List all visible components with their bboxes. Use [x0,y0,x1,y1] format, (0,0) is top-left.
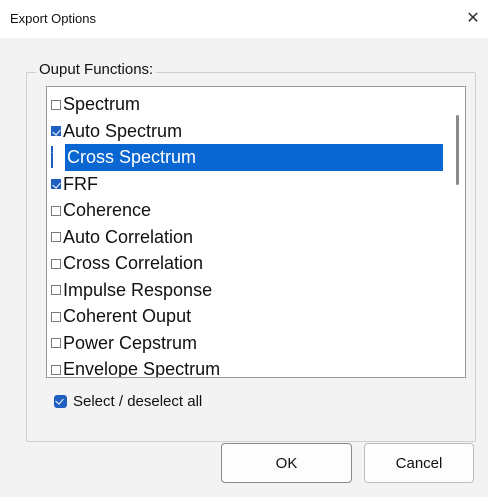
list-item[interactable]: Coherent Ouput [51,303,441,330]
list-item-label: Power Cepstrum [63,332,198,353]
unchecked-checkbox-icon[interactable] [51,311,61,322]
unchecked-checkbox-icon[interactable] [51,338,61,348]
list-item[interactable]: Envelope Spectrum [51,356,441,378]
list-item[interactable]: Auto Spectrum [51,118,441,145]
list-item[interactable]: Cross Spectrum [51,144,443,171]
cancel-button[interactable]: Cancel [364,443,474,483]
output-functions-list[interactable]: Spectrum Auto Spectrum Cross Spectrum FRF Co… [46,86,466,378]
list-item[interactable]: Cross Correlation [51,250,441,277]
list-item[interactable]: Spectrum [51,91,441,118]
list-scrollbar-thumb[interactable] [456,115,459,185]
select-all-checkbox-icon[interactable] [54,395,67,408]
checkbox-wrapper [51,146,55,168]
unchecked-checkbox-icon[interactable] [51,205,61,216]
list-item-label: Impulse Response [63,279,213,300]
list-item[interactable]: Power Cepstrum [51,330,441,357]
checked-checkbox-icon[interactable] [51,146,53,168]
select-all-checkbox[interactable]: Select / deselect all [54,393,202,410]
checked-checkbox-icon[interactable] [51,179,61,189]
ok-button[interactable]: OK [221,443,352,483]
list-item-label: Coherent Ouput [63,306,192,326]
list-item-label: FRF [63,173,98,194]
list-item-label: Auto Correlation [63,226,194,247]
unchecked-checkbox-icon[interactable] [51,258,61,269]
list-item-label: Coherence [63,200,152,220]
list-item-label: Auto Spectrum [63,120,183,141]
list-item[interactable]: FRF [51,171,441,198]
list-item[interactable]: Impulse Response [51,277,441,304]
export-options-dialog: Export Options ✕ Ouput Functions: Spectr… [0,0,488,497]
output-functions-label: Ouput Functions: [36,61,157,78]
list-item-label: Cross Correlation [63,253,204,273]
unchecked-checkbox-icon[interactable] [51,364,61,375]
list-item-label: Envelope Spectrum [63,359,221,378]
list-item-label: Spectrum [63,94,141,114]
unchecked-checkbox-icon[interactable] [51,232,61,242]
select-all-label: Select / deselect all [73,393,203,410]
checked-checkbox-icon[interactable] [51,126,61,136]
title-bar: Export Options ✕ [0,0,488,38]
close-icon[interactable]: ✕ [460,4,486,32]
list-item[interactable]: Auto Correlation [51,224,441,251]
list-item-label: Cross Spectrum [67,147,197,167]
unchecked-checkbox-icon[interactable] [51,99,61,110]
unchecked-checkbox-icon[interactable] [51,285,61,295]
list-item[interactable]: Coherence [51,197,441,224]
dialog-title: Export Options [10,11,96,26]
